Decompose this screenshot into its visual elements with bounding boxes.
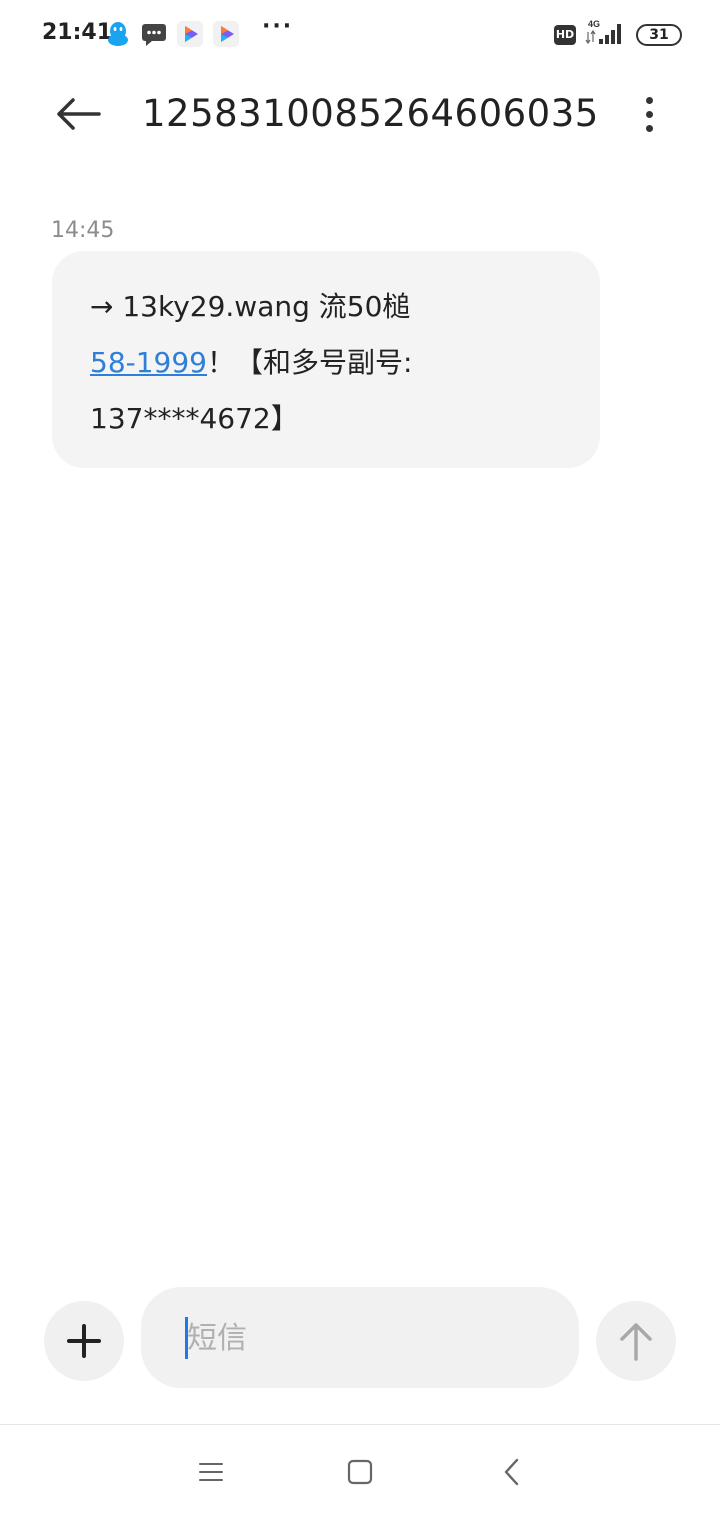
nav-back-button[interactable] [482, 1448, 542, 1496]
arrow-left-icon [57, 98, 101, 130]
message-timestamp: 14:45 [51, 218, 115, 243]
nav-menu-button[interactable] [181, 1448, 241, 1496]
qq-icon [108, 22, 128, 46]
message-line-1: → 13ky29.wang 流50槌 [90, 290, 411, 323]
signal-icon: 4G [585, 19, 621, 45]
message-bubble[interactable]: → 13ky29.wang 流50槌 58-1999！【和多号副号: 137**… [52, 251, 600, 468]
send-button[interactable] [596, 1301, 676, 1381]
more-vertical-icon-dot [645, 124, 653, 132]
video-app-icon [213, 21, 239, 47]
message-line-2-text: ！【和多号副号: [207, 346, 413, 379]
arrow-up-icon [620, 1323, 652, 1361]
back-button[interactable] [50, 88, 106, 140]
message-link[interactable]: 58-1999 [90, 346, 207, 379]
message-input-box[interactable] [141, 1287, 579, 1388]
hd-icon: HD [554, 25, 576, 45]
message-line-2: 58-1999！【和多号副号: [90, 335, 562, 391]
message-icon [142, 24, 166, 46]
home-square-icon [347, 1459, 373, 1485]
message-input[interactable] [187, 1313, 547, 1363]
more-options-button[interactable] [628, 88, 670, 140]
more-notifications-icon: ··· [262, 14, 294, 39]
status-time: 21:41 [42, 20, 113, 45]
network-type-label: 4G [588, 19, 600, 29]
battery-icon: 31 [636, 24, 682, 46]
nav-home-button[interactable] [330, 1448, 390, 1496]
message-line-3: 137****4672】 [90, 402, 299, 435]
plus-icon [67, 1324, 101, 1358]
menu-icon [199, 1463, 223, 1481]
more-vertical-icon [645, 96, 653, 104]
more-vertical-icon-dot [645, 110, 653, 118]
status-bar: 21:41 ··· HD 4G 31 [0, 0, 720, 70]
nav-divider [0, 1424, 720, 1425]
video-app-icon [177, 21, 203, 47]
add-attachment-button[interactable] [44, 1301, 124, 1381]
conversation-title: 1258310085264606035 [142, 92, 599, 135]
chevron-left-icon [504, 1458, 519, 1486]
